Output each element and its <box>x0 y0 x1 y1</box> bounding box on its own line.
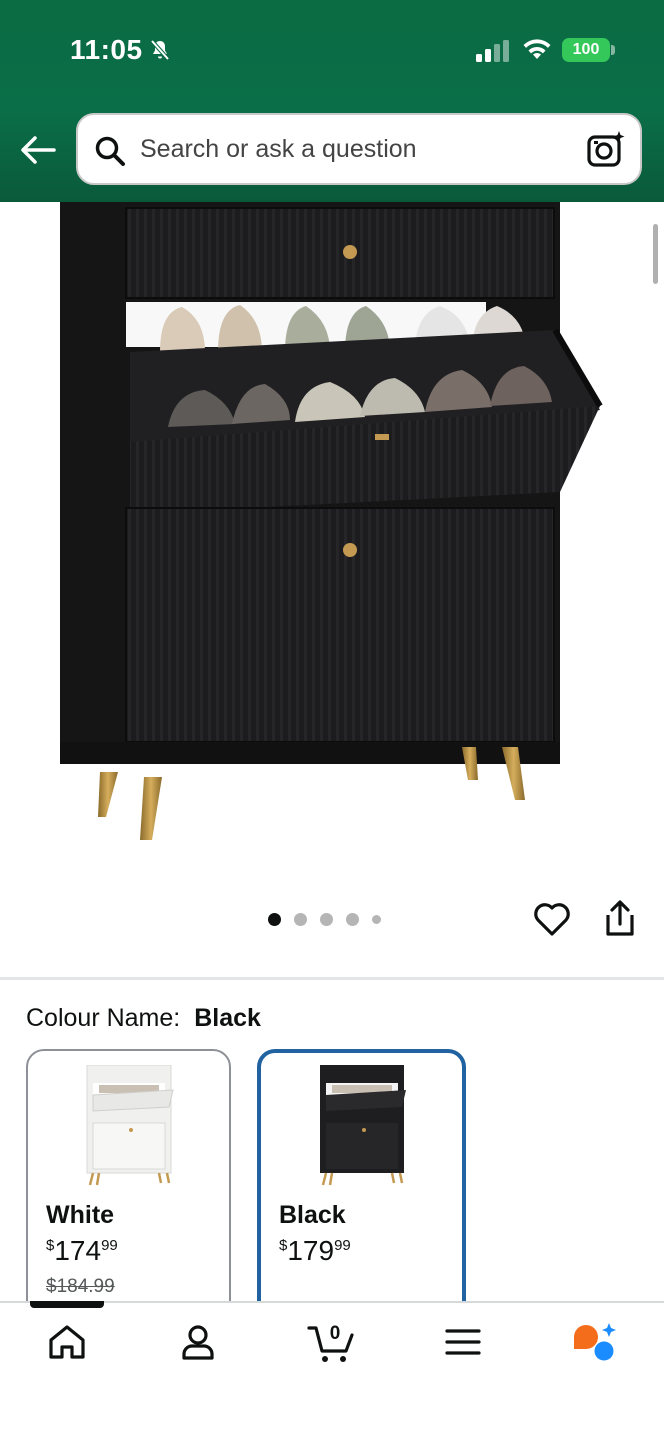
search-bar[interactable] <box>76 113 642 185</box>
white-cabinet-thumbnail <box>86 1065 174 1186</box>
nav-active-indicator <box>30 1301 104 1308</box>
product-page: 11:05 100 Search or ask a question Colou… <box>0 0 664 1440</box>
black-cabinet-thumbnail <box>319 1065 406 1186</box>
image-pagination-dots[interactable] <box>268 910 381 928</box>
was-price: $184.99 <box>46 1276 115 1297</box>
pagination-dot[interactable] <box>346 912 359 926</box>
battery-icon: 100 <box>562 38 610 62</box>
share-icon[interactable] <box>602 899 638 939</box>
camera-lens-icon[interactable] <box>586 129 626 169</box>
pagination-dot[interactable] <box>294 912 307 926</box>
signal-icon <box>476 40 509 62</box>
colour-name-value: Black <box>194 1004 261 1032</box>
header: 11:05 100 <box>0 0 664 202</box>
price-whole: 179 <box>287 1235 335 1266</box>
back-button[interactable] <box>18 130 58 170</box>
price-fraction: 99 <box>101 1237 118 1254</box>
wifi-icon <box>523 39 551 59</box>
status-bar: 11:05 100 <box>0 0 664 100</box>
section-divider <box>0 977 664 980</box>
shoe-cabinet-image <box>60 202 603 840</box>
arrow-left-icon <box>21 136 56 164</box>
colour-name-row: Colour Name: Black <box>26 1004 261 1033</box>
pagination-dot[interactable] <box>268 912 281 926</box>
battery-tip <box>611 45 615 55</box>
price-whole: 174 <box>54 1235 102 1266</box>
account-icon[interactable] <box>176 1320 220 1364</box>
bell-off-icon <box>150 39 170 61</box>
search-icon <box>95 136 125 166</box>
cart-button[interactable]: 0 <box>306 1320 358 1364</box>
rufus-ai-icon[interactable] <box>572 1320 616 1364</box>
swatch-name: Black <box>279 1201 346 1229</box>
cart-count: 0 <box>330 1323 341 1344</box>
cart-icon: 0 <box>307 1323 354 1362</box>
pagination-dot[interactable] <box>320 912 333 926</box>
swatch-price: $17499 <box>46 1235 118 1267</box>
search-input[interactable] <box>140 115 580 183</box>
heart-icon[interactable] <box>532 899 572 939</box>
image-scroll-indicator <box>653 224 658 284</box>
battery-level: 100 <box>572 41 600 58</box>
colour-name-label: Colour Name: <box>26 1004 181 1032</box>
price-fraction: 99 <box>334 1237 351 1254</box>
home-icon[interactable] <box>45 1320 89 1364</box>
pagination-dot[interactable] <box>372 914 381 924</box>
product-image[interactable] <box>0 202 664 882</box>
swatch-price: $17999 <box>279 1235 351 1267</box>
swatch-white[interactable]: White $17499 $184.99 <box>26 1049 231 1319</box>
swatch-name: White <box>46 1201 115 1229</box>
menu-icon[interactable] <box>441 1320 485 1364</box>
swatch-black[interactable]: Black $17999 <box>257 1049 466 1319</box>
status-time: 11:05 <box>70 34 143 65</box>
